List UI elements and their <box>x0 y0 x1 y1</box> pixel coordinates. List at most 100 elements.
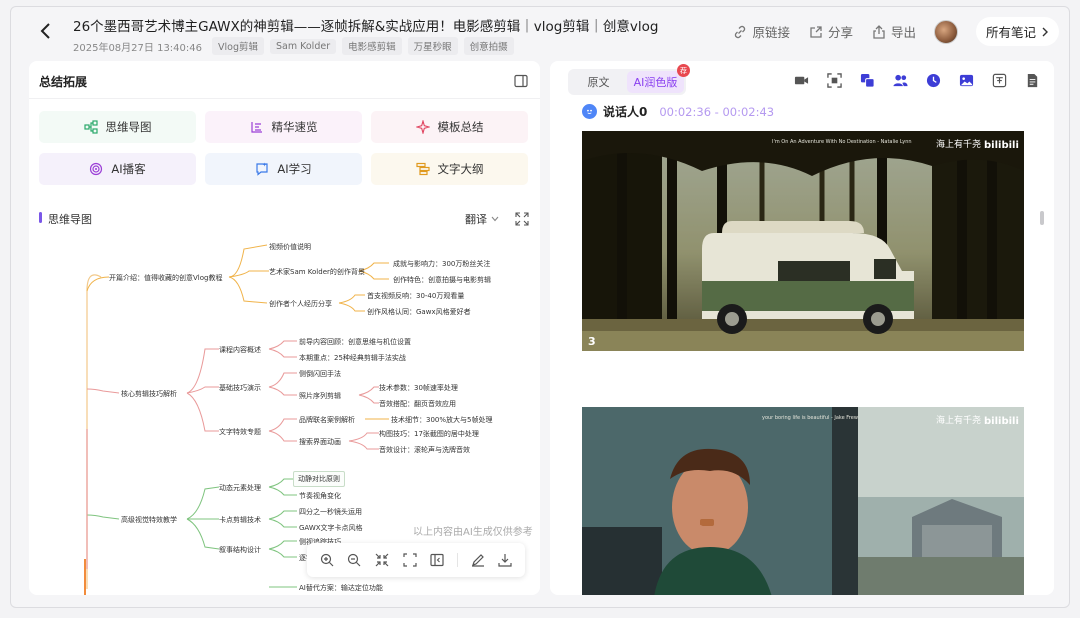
avatar[interactable] <box>933 19 958 44</box>
summary-panel-title: 总结拓展 <box>39 75 88 89</box>
tab-ai-polished[interactable]: AI润色版 荐 <box>627 64 690 93</box>
tag[interactable]: 创意拍摄 <box>463 37 514 55</box>
tab-original[interactable]: 原文 <box>570 71 627 93</box>
mindmap-node[interactable]: 音效设计：滚轮声与洗牌音效 <box>379 445 470 455</box>
tool-grid: 思维导图 精华速览 模板总结 AI播客 AI学习 文字大纲 <box>39 111 529 185</box>
mindmap-node[interactable]: 搜索界面动画 <box>299 437 341 447</box>
version-switch: 原文 AI润色版 荐 <box>568 64 690 95</box>
speakers-button[interactable] <box>892 72 908 88</box>
translate-label: 翻译 <box>465 213 487 226</box>
collapse-button[interactable] <box>374 552 390 568</box>
tab-ai-polished-label: AI润色版 <box>633 76 678 89</box>
transcript-content: I'm On An Adventure With No Destination … <box>582 129 1030 595</box>
sidebar-toggle-icon <box>514 74 528 88</box>
share-icon <box>810 25 822 38</box>
video-frame-image[interactable]: I'm On An Adventure With No Destination … <box>582 131 1024 351</box>
mindmap-node[interactable]: 构图技巧：17张截图的居中处理 <box>379 429 479 439</box>
driver-scene: your boring life is beautiful - Jake Fre… <box>582 407 1024 595</box>
speaker-row: 说话人0 00:02:36 - 00:02:43 <box>582 103 774 120</box>
mindmap-node[interactable]: AI替代方案：输达定位功能 <box>299 583 383 593</box>
mindmap-node[interactable]: 品牌联名案例解析 <box>299 415 355 425</box>
document-button[interactable] <box>1024 72 1040 88</box>
mindmap-node[interactable]: 视频价值说明 <box>269 242 311 252</box>
highlights-tool-button[interactable]: 精华速览 <box>205 111 362 143</box>
page-title: 26个墨西哥艺术博主GAWX的神剪辑——逐帧拆解&实战应用！电影感剪辑｜vlog… <box>73 19 659 35</box>
speaker-time-range[interactable]: 00:02:36 - 00:02:43 <box>659 105 774 119</box>
header-actions: 原链接 分享 导出 所有笔记 <box>732 17 1059 46</box>
mindmap-node[interactable]: 开篇介绍：值得收藏的创意Vlog教程 <box>109 273 222 283</box>
meta-row: 2025年08月27日 13:40:46 Vlog剪辑 Sam Kolder 电… <box>69 37 514 55</box>
mindmap-node[interactable]: 课程内容概述 <box>219 345 261 355</box>
mindmap-node[interactable]: 首支视频反响：30-40万观看量 <box>367 291 464 301</box>
video-button[interactable] <box>793 72 809 88</box>
share-button[interactable]: 分享 <box>808 22 853 41</box>
mindmap-node[interactable]: 技术参数：30帧速率处理 <box>379 383 458 393</box>
fullscreen-button[interactable] <box>515 211 529 226</box>
panel-toggle-button[interactable] <box>514 73 528 88</box>
mindmap-node[interactable]: 卡点剪辑技术 <box>219 515 261 525</box>
timestamp-button[interactable] <box>925 72 941 88</box>
mindmap-node[interactable]: 创作者个人经历分享 <box>269 299 332 309</box>
export-button[interactable]: 导出 <box>871 22 916 41</box>
mindmap-node[interactable]: 成就与影响力：300万粉丝关注 <box>393 259 490 269</box>
tool-label: 思维导图 <box>105 120 152 134</box>
expand-icon <box>515 212 529 226</box>
tag[interactable]: Sam Kolder <box>269 38 337 54</box>
tag[interactable]: 电影感剪辑 <box>342 37 402 55</box>
mindmap-node[interactable]: 高级视觉特效教学 <box>121 515 177 525</box>
download-button[interactable] <box>497 552 513 568</box>
mindmap-node-selected[interactable]: 动静对比原则 <box>293 471 345 487</box>
zoom-in-button[interactable] <box>319 552 335 568</box>
mindmap-node[interactable]: 核心剪辑技巧解析 <box>121 389 177 399</box>
image-button[interactable] <box>958 72 974 88</box>
copy-icon <box>860 73 875 88</box>
tool-label: AI学习 <box>277 162 312 176</box>
mindmap-node[interactable]: 艺术家Sam Kolder的创作背景 <box>269 267 365 277</box>
template-summary-tool-button[interactable]: 模板总结 <box>371 111 528 143</box>
mindmap-node[interactable]: 技术细节：300%放大与5帧处理 <box>391 415 492 425</box>
mindmap-tool-button[interactable]: 思维导图 <box>39 111 196 143</box>
sidebar-collapse-button[interactable] <box>429 552 445 568</box>
mindmap-node[interactable]: 侧倒闪回手法 <box>299 369 341 379</box>
original-link-button[interactable]: 原链接 <box>732 22 790 41</box>
mindmap-section-title: 思维导图 <box>48 213 92 226</box>
users-icon <box>892 74 908 86</box>
mindmap-section-header: 思维导图 翻译 <box>39 209 529 229</box>
tag[interactable]: 万星秒眼 <box>407 37 458 55</box>
mindmap-node[interactable]: 叙事结构设计 <box>219 545 261 555</box>
mindmap-node[interactable]: 基础技巧演示 <box>219 383 261 393</box>
outline-icon <box>415 162 430 176</box>
ai-podcast-tool-button[interactable]: AI播客 <box>39 153 196 185</box>
mindmap-node[interactable]: 动态元素处理 <box>219 483 261 493</box>
video-frame-image[interactable]: your boring life is beautiful - Jake Fre… <box>582 407 1024 595</box>
mindmap-node[interactable]: 创作特色：创意拍摄与电影剪辑 <box>393 275 491 285</box>
translate-dropdown[interactable]: 翻译 <box>465 211 499 227</box>
mindmap-node[interactable]: 节奏视角变化 <box>299 491 341 501</box>
mindmap-node[interactable]: 四分之一秒镜头运用 <box>299 507 362 517</box>
back-button[interactable] <box>37 21 55 41</box>
link-icon <box>735 25 746 38</box>
mindmap-node[interactable]: 文字特效专题 <box>219 427 261 437</box>
mindmap-node[interactable]: GAWX文字卡点风格 <box>299 523 363 533</box>
tag[interactable]: Vlog剪辑 <box>212 37 264 55</box>
mindmap-node[interactable]: 音效搭配：翻页音效应用 <box>379 399 456 409</box>
mindmap-node[interactable]: 创作风格认同：Gawx风格爱好者 <box>367 307 471 317</box>
download-icon <box>498 554 512 567</box>
summary-panel: 总结拓展 思维导图 精华速览 模板总结 AI播客 AI学习 文字大纲 思维导图 … <box>29 61 540 595</box>
edit-button[interactable] <box>470 552 486 568</box>
copy-button[interactable] <box>859 72 875 88</box>
screenshot-button[interactable] <box>826 72 842 88</box>
fit-screen-button[interactable] <box>402 552 418 568</box>
mindmap-node[interactable]: 前导内容回顾：创意思维与机位设置 <box>299 337 411 347</box>
all-notes-button[interactable]: 所有笔记 <box>975 17 1059 46</box>
ai-learn-tool-button[interactable]: AI学习 <box>205 153 362 185</box>
zoom-out-button[interactable] <box>346 552 362 568</box>
translate-button[interactable] <box>991 72 1007 88</box>
mindmap-node[interactable]: 照片序列剪辑 <box>299 391 341 401</box>
mindmap-canvas[interactable]: 开篇介绍：值得收藏的创意Vlog教程 视频价值说明 艺术家Sam Kolder的… <box>29 229 540 595</box>
collapse-icon <box>375 553 389 567</box>
scrollbar-thumb[interactable] <box>1040 211 1044 225</box>
image-icon <box>959 74 973 86</box>
text-outline-tool-button[interactable]: 文字大纲 <box>371 153 528 185</box>
mindmap-node[interactable]: 本期重点：25种经典剪辑手法实战 <box>299 353 406 363</box>
